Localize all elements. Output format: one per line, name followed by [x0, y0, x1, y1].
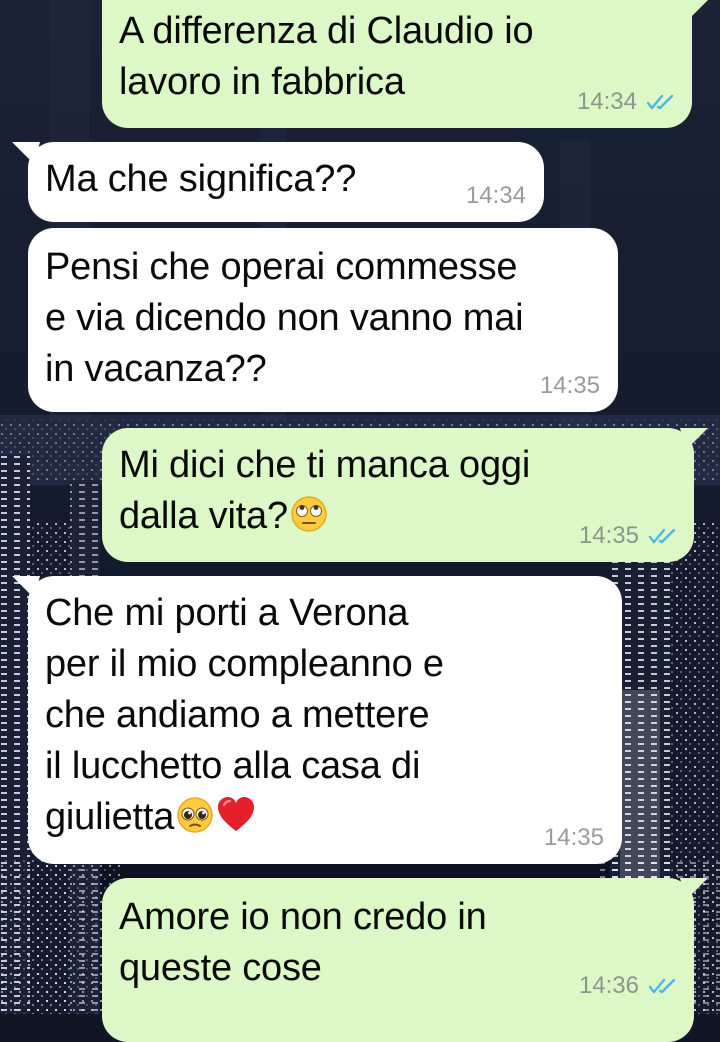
message-meta: 14:35	[579, 522, 678, 550]
message-meta: 14:34	[466, 182, 526, 210]
double-check-read-icon	[648, 528, 676, 544]
message-time: 14:35	[543, 824, 604, 851]
message-outgoing[interactable]: Amore io non credo in queste cose 14:36	[102, 878, 694, 1042]
message-time: 14:36	[578, 972, 639, 999]
double-check-read-icon	[646, 94, 674, 110]
message-text: Mi dici che ti manca oggi dalla vita?	[119, 444, 531, 537]
message-meta: 14:35	[540, 372, 600, 400]
message-text: Amore io non credo in queste cose	[119, 896, 487, 989]
message-outgoing[interactable]: A differenza di Claudio io lavoro in fab…	[102, 0, 692, 128]
message-text: Pensi che operai commesse e via dicendo …	[45, 246, 524, 390]
message-incoming[interactable]: Pensi che operai commesse e via dicendo …	[28, 228, 618, 412]
message-meta: 14:35	[544, 824, 604, 852]
message-meta: 14:34	[577, 88, 676, 116]
message-time: 14:35	[539, 372, 600, 399]
message-incoming[interactable]: Ma che significa?? 14:34	[28, 142, 544, 222]
pleading-face-emoji	[177, 797, 213, 833]
message-meta: 14:36	[579, 972, 678, 1000]
message-text: Ma che significa??	[45, 158, 357, 200]
message-time: 14:34	[465, 182, 526, 209]
message-time: 14:34	[576, 88, 637, 115]
message-time: 14:35	[578, 522, 639, 549]
message-text: Che mi porti a Verona per il mio complea…	[45, 592, 444, 838]
message-incoming[interactable]: Che mi porti a Verona per il mio complea…	[28, 576, 622, 864]
double-check-read-icon	[648, 978, 676, 994]
message-text: A differenza di Claudio io lavoro in fab…	[119, 10, 534, 103]
message-outgoing[interactable]: Mi dici che ti manca oggi dalla vita? 14…	[102, 428, 694, 562]
red-heart-emoji	[218, 797, 255, 831]
face-with-rolling-eyes-emoji	[291, 496, 327, 532]
